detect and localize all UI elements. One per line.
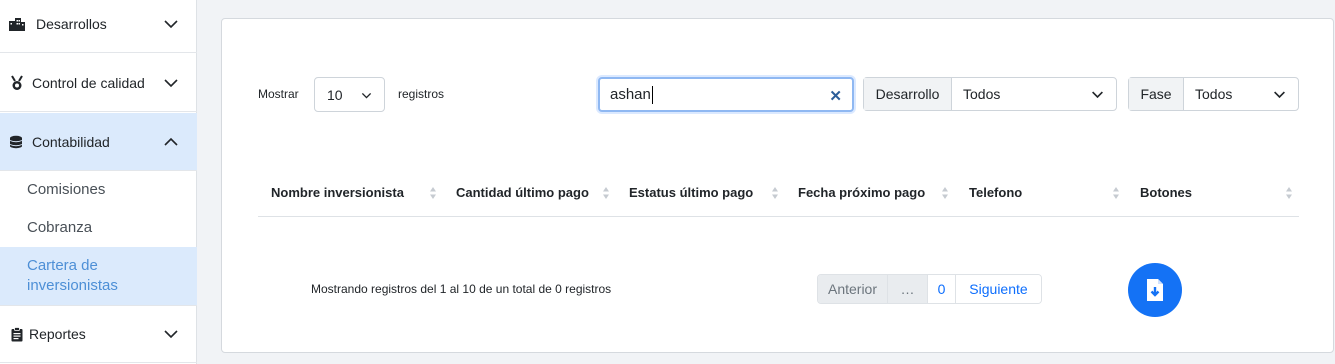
show-label: Mostrar	[258, 87, 299, 101]
pagination-page[interactable]: 0	[928, 275, 956, 303]
records-label: registros	[398, 87, 445, 101]
page-size-value: 10	[327, 86, 343, 103]
column-header-botones[interactable]: Botones	[1140, 185, 1192, 200]
sort-icon[interactable]	[941, 186, 949, 200]
chevron-down-icon	[1092, 91, 1103, 99]
sidebar-subitem-comisiones[interactable]: Comisiones	[0, 180, 197, 200]
text-caret	[651, 85, 653, 104]
fase-filter[interactable]: Fase Todos	[1128, 77, 1299, 111]
pagination-previous[interactable]: Anterior	[818, 275, 888, 303]
page-size-select[interactable]: 10	[314, 77, 385, 112]
sidebar-item-label: Reportes	[29, 326, 86, 342]
fase-select[interactable]: Todos	[1184, 78, 1298, 110]
chevron-up-icon	[164, 137, 178, 146]
column-header-fecha[interactable]: Fecha próximo pago	[798, 185, 925, 200]
sort-icon[interactable]	[429, 186, 437, 200]
sort-icon[interactable]	[602, 186, 610, 200]
sidebar-item-label: Control de calidad	[32, 74, 145, 91]
clear-search-icon[interactable]: ✕	[829, 87, 842, 105]
search-input[interactable]: ashan ✕	[598, 77, 854, 112]
sidebar-item-desarrollos[interactable]: Desarrollos	[0, 0, 197, 53]
table-header-divider	[258, 216, 1299, 217]
chevron-down-icon	[361, 92, 372, 99]
pagination: Anterior … 0 Siguiente	[817, 274, 1042, 304]
desarrollo-label: Desarrollo	[864, 78, 952, 110]
desarrollo-value: Todos	[963, 86, 1001, 102]
fase-value: Todos	[1195, 86, 1233, 102]
sidebar-item-contabilidad[interactable]: Contabilidad	[0, 113, 197, 171]
search-value: ashan	[610, 86, 651, 103]
clipboard-icon	[8, 325, 26, 343]
chevron-down-icon	[164, 78, 178, 87]
desarrollo-filter[interactable]: Desarrollo Todos	[863, 77, 1117, 111]
sidebar-item-control-calidad[interactable]: Control de calidad	[0, 54, 197, 112]
download-file-button[interactable]	[1128, 263, 1182, 317]
sidebar-item-reportes[interactable]: Reportes	[0, 305, 197, 363]
pagination-next[interactable]: Siguiente	[956, 275, 1041, 303]
column-header-estatus[interactable]: Estatus último pago	[629, 185, 753, 200]
chevron-down-icon	[1274, 91, 1285, 99]
file-download-icon	[1147, 279, 1163, 301]
column-header-cantidad[interactable]: Cantidad último pago	[456, 185, 589, 200]
medal-icon	[8, 74, 26, 92]
table-info: Mostrando registros del 1 al 10 de un to…	[311, 282, 612, 296]
sort-icon[interactable]	[771, 186, 779, 200]
pagination-ellipsis: …	[888, 275, 928, 303]
column-header-nombre[interactable]: Nombre inversionista	[271, 185, 404, 200]
chevron-down-icon	[164, 19, 178, 28]
sidebar-item-label: Desarrollos	[36, 15, 107, 32]
coins-icon	[8, 133, 26, 151]
sidebar-item-label: Contabilidad	[32, 133, 110, 150]
sort-icon[interactable]	[1285, 186, 1293, 200]
sort-icon[interactable]	[1112, 186, 1120, 200]
column-header-telefono[interactable]: Telefono	[969, 185, 1022, 200]
buildings-icon	[8, 15, 26, 33]
fase-label: Fase	[1129, 78, 1184, 110]
sidebar-subitem-cartera-inversionistas[interactable]: Cartera de inversionistas	[0, 247, 197, 305]
chevron-down-icon	[164, 330, 178, 339]
sidebar: Desarrollos Control de calidad Contabili…	[0, 0, 197, 364]
sidebar-subitem-cobranza[interactable]: Cobranza	[0, 218, 197, 238]
investors-card: Mostrar 10 registros ashan ✕ Desarrollo …	[221, 18, 1334, 353]
desarrollo-select[interactable]: Todos	[952, 78, 1116, 110]
